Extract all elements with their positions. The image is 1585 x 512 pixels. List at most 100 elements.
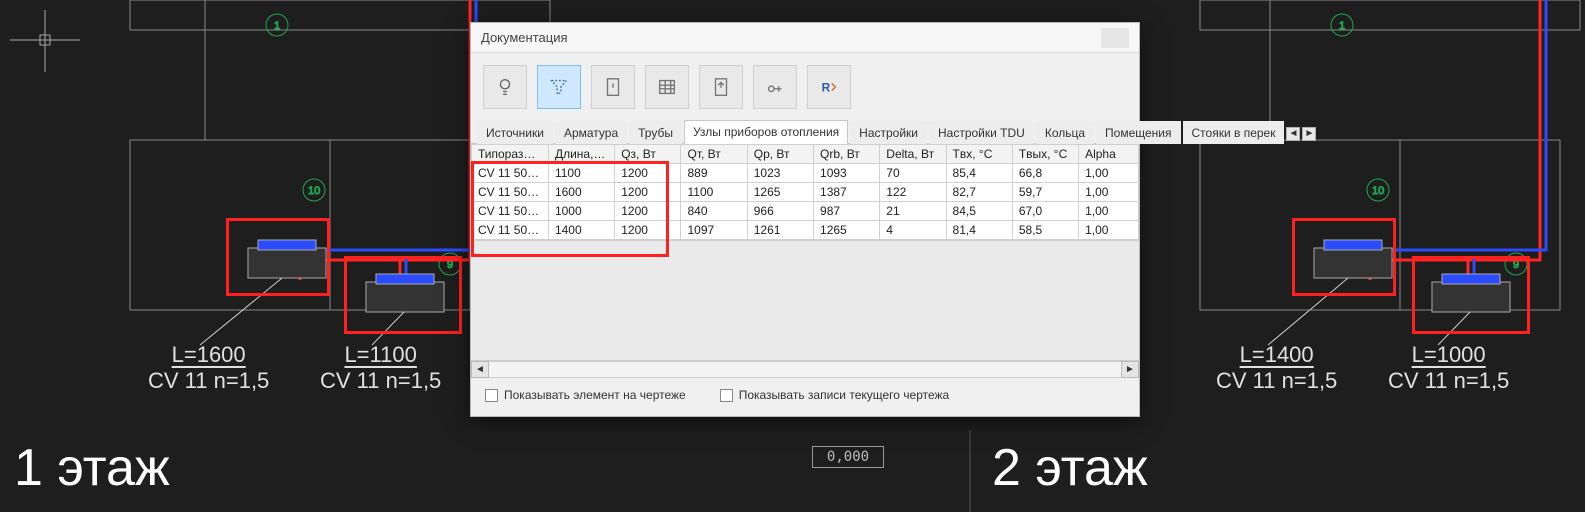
table-cell[interactable]: 66,8 (1012, 164, 1078, 183)
col-qt[interactable]: Qт, Вт (681, 145, 747, 164)
tab-sources[interactable]: Источники (477, 121, 553, 144)
table-cell[interactable]: 1200 (615, 221, 681, 240)
table-cell[interactable]: 1,00 (1079, 183, 1139, 202)
table-icon[interactable] (645, 65, 689, 109)
radiator-type: CV 11 n=1,5 (148, 368, 269, 393)
table-cell[interactable]: 1100 (681, 183, 747, 202)
scroll-right-icon[interactable]: ► (1121, 361, 1139, 378)
diagram-icon[interactable] (753, 65, 797, 109)
documentation-dialog: Документация R Источники Арматура Трубы … (470, 22, 1140, 417)
table-cell[interactable]: 1261 (747, 221, 813, 240)
table-cell[interactable]: 1097 (681, 221, 747, 240)
col-alpha[interactable]: Alpha (1079, 145, 1139, 164)
radiator-label: L=1400 CV 11 n=1,5 (1216, 342, 1337, 394)
col-tin[interactable]: Tвх, °C (946, 145, 1012, 164)
radiator-label: L=1600 CV 11 n=1,5 (148, 342, 269, 394)
tab-scroll-right-icon[interactable]: ► (1302, 127, 1316, 141)
radiator-length: L=1400 (1216, 342, 1337, 368)
table-cell[interactable]: 59,7 (1012, 183, 1078, 202)
table-cell[interactable]: 21 (880, 202, 946, 221)
col-delta[interactable]: Delta, Вт (880, 145, 946, 164)
tab-risers[interactable]: Стояки в перек (1183, 121, 1285, 144)
col-type[interactable]: Типоразмер (472, 145, 549, 164)
tab-fittings[interactable]: Арматура (555, 121, 627, 144)
table-cell[interactable]: 889 (681, 164, 747, 183)
table-cell[interactable]: CV 11 500... (472, 183, 549, 202)
checkbox-label: Показывать элемент на чертеже (504, 388, 686, 402)
tab-heating-nodes[interactable]: Узлы приборов отопления (684, 120, 848, 144)
lamp-icon[interactable] (483, 65, 527, 109)
table-cell[interactable]: 1,00 (1079, 202, 1139, 221)
table-cell[interactable]: CV 11 500... (472, 221, 549, 240)
table-cell[interactable]: 1023 (747, 164, 813, 183)
revit-icon[interactable]: R (807, 65, 851, 109)
table-cell[interactable]: 1265 (814, 221, 880, 240)
tabs-bar: Источники Арматура Трубы Узлы приборов о… (471, 119, 1139, 144)
radiator-length: L=1100 (320, 342, 441, 368)
table-cell[interactable]: 84,5 (946, 202, 1012, 221)
tab-settings[interactable]: Настройки (850, 121, 927, 144)
checkbox-show-current-only[interactable]: Показывать записи текущего чертежа (720, 388, 950, 402)
table-cell[interactable]: 1400 (548, 221, 614, 240)
tab-scroll-left-icon[interactable]: ◄ (1286, 127, 1300, 141)
close-button[interactable] (1101, 28, 1129, 48)
tab-rings[interactable]: Кольца (1036, 121, 1094, 144)
table-cell[interactable]: CV 11 500... (472, 164, 549, 183)
scroll-track[interactable] (489, 361, 1121, 378)
table-cell[interactable]: 840 (681, 202, 747, 221)
tab-pipes[interactable]: Трубы (629, 121, 682, 144)
table-row[interactable]: CV 11 500...100012008409669872184,567,01… (472, 202, 1139, 221)
dialog-titlebar[interactable]: Документация (471, 23, 1139, 53)
table-cell[interactable]: 1100 (548, 164, 614, 183)
table-cell[interactable]: 1,00 (1079, 221, 1139, 240)
table-row[interactable]: CV 11 500...11001200889102310937085,466,… (472, 164, 1139, 183)
table-cell[interactable]: 1387 (814, 183, 880, 202)
export-icon[interactable] (699, 65, 743, 109)
col-tout[interactable]: Tвых, °C (1012, 145, 1078, 164)
tab-settings-tdu[interactable]: Настройки TDU (929, 121, 1034, 144)
table-cell[interactable]: 1200 (615, 183, 681, 202)
horizontal-scrollbar[interactable]: ◄ ► (471, 360, 1139, 378)
col-length[interactable]: Длина, мм (548, 145, 614, 164)
table-cell[interactable]: 70 (880, 164, 946, 183)
table-cell[interactable]: 1200 (615, 164, 681, 183)
radiator-label: L=1100 CV 11 n=1,5 (320, 342, 441, 394)
measure-readout: 0,000 (812, 446, 884, 468)
table-cell[interactable]: 4 (880, 221, 946, 240)
radiator-label: L=1000 CV 11 n=1,5 (1388, 342, 1509, 394)
table-cell[interactable]: 67,0 (1012, 202, 1078, 221)
radiator-type: CV 11 n=1,5 (320, 368, 441, 393)
table-cell[interactable]: 1600 (548, 183, 614, 202)
svg-text:1: 1 (1339, 20, 1345, 32)
svg-text:1: 1 (274, 20, 280, 32)
filter-icon[interactable] (537, 65, 581, 109)
data-grid[interactable]: Типоразмер Длина, мм Qз, Вт Qт, Вт Qр, В… (471, 144, 1139, 360)
table-cell[interactable]: 1200 (615, 202, 681, 221)
radiator-type: CV 11 n=1,5 (1388, 368, 1509, 393)
checkbox-show-on-drawing[interactable]: Показывать элемент на чертеже (485, 388, 686, 402)
table-cell[interactable]: 966 (747, 202, 813, 221)
table-cell[interactable]: 1093 (814, 164, 880, 183)
tab-rooms[interactable]: Помещения (1096, 121, 1180, 144)
table-cell[interactable]: CV 11 500... (472, 202, 549, 221)
radiator-length: L=1600 (148, 342, 269, 368)
dialog-title: Документация (481, 30, 568, 45)
scroll-left-icon[interactable]: ◄ (471, 361, 489, 378)
table-row[interactable]: CV 11 500...14001200109712611265481,458,… (472, 221, 1139, 240)
table-row[interactable]: CV 11 500...1600120011001265138712282,75… (472, 183, 1139, 202)
table-cell[interactable]: 81,4 (946, 221, 1012, 240)
warning-icon[interactable] (591, 65, 635, 109)
table-cell[interactable]: 82,7 (946, 183, 1012, 202)
table-cell[interactable]: 85,4 (946, 164, 1012, 183)
table-cell[interactable]: 58,5 (1012, 221, 1078, 240)
floor-2-label: 2 этаж (992, 438, 1148, 498)
col-qrb[interactable]: Qrb, Вт (814, 145, 880, 164)
table-cell[interactable]: 1,00 (1079, 164, 1139, 183)
dialog-footer: Показывать элемент на чертеже Показывать… (471, 378, 1139, 416)
col-qz[interactable]: Qз, Вт (615, 145, 681, 164)
table-cell[interactable]: 987 (814, 202, 880, 221)
table-cell[interactable]: 1265 (747, 183, 813, 202)
table-cell[interactable]: 122 (880, 183, 946, 202)
col-qp[interactable]: Qр, Вт (747, 145, 813, 164)
table-cell[interactable]: 1000 (548, 202, 614, 221)
